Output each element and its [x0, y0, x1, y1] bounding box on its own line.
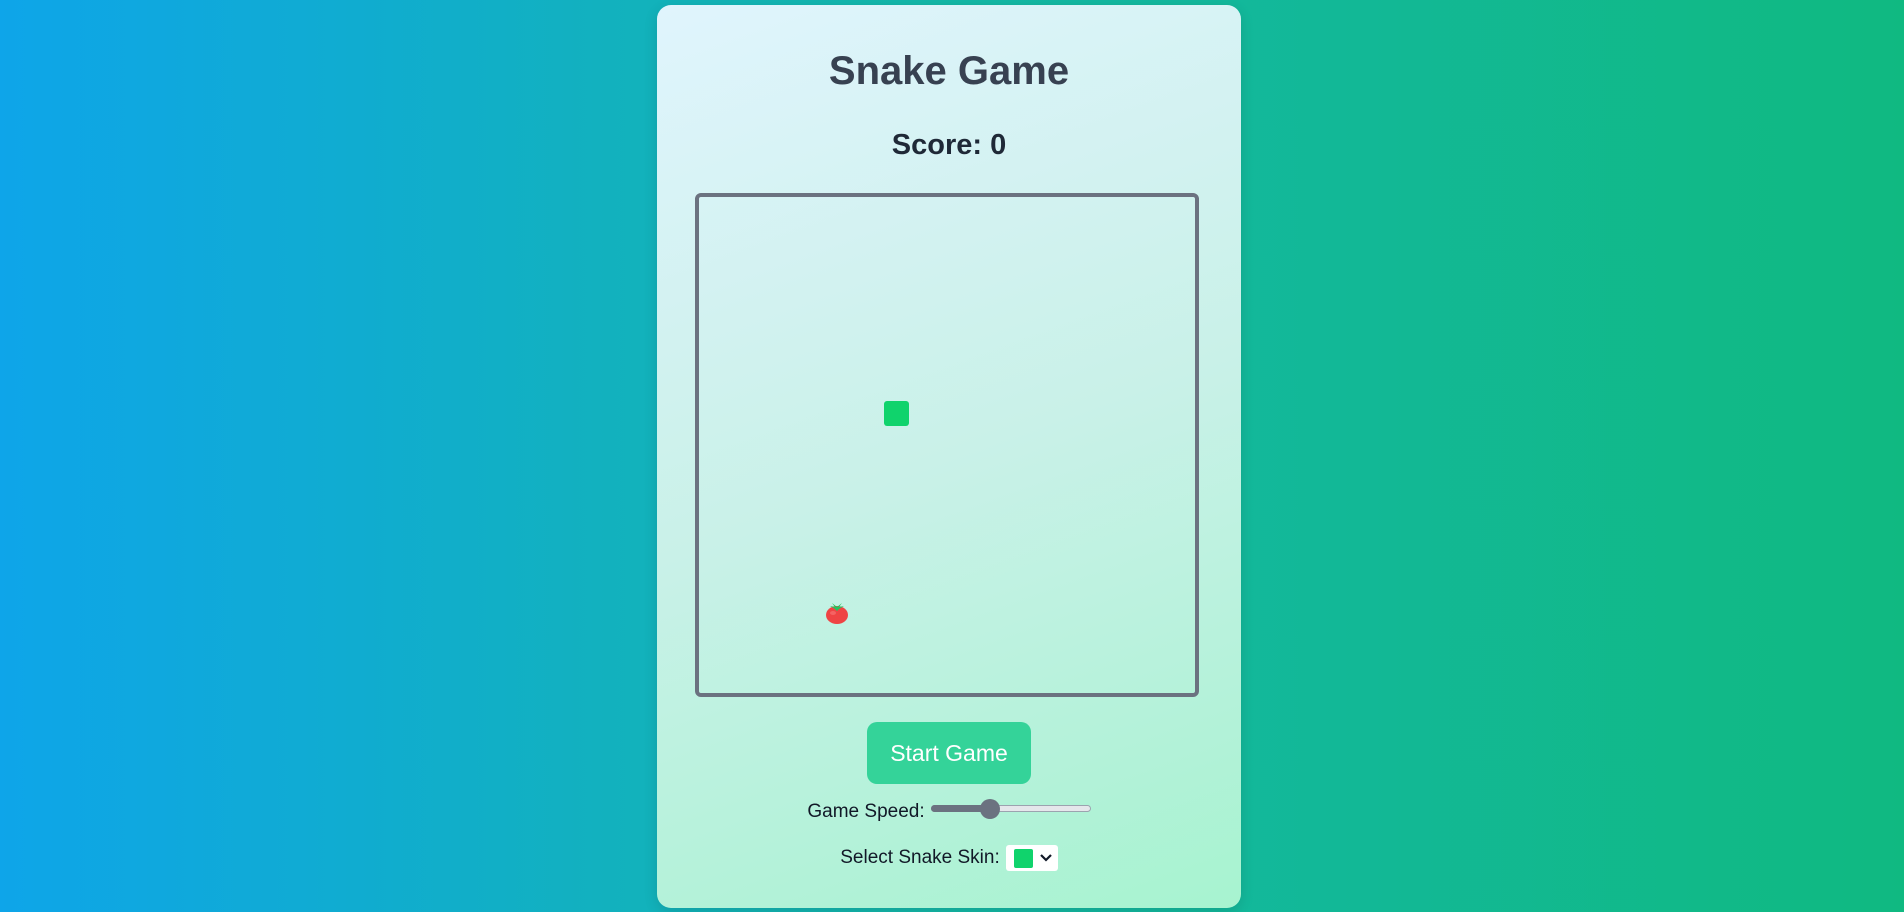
chevron-down-icon: [1039, 854, 1052, 862]
skin-control: Select Snake Skin:: [657, 845, 1241, 871]
speed-label: Game Speed:: [807, 801, 925, 822]
game-card: Snake Game Score: 0 Start Game Game Spee…: [657, 5, 1241, 908]
score-display: Score: 0: [891, 129, 1007, 161]
skin-swatch: [1013, 848, 1033, 868]
page-title: Snake Game: [828, 49, 1070, 93]
speed-control: Game Speed:: [657, 799, 1241, 823]
game-board[interactable]: [695, 193, 1199, 697]
skin-label: Select Snake Skin:: [840, 847, 1000, 868]
slider-thumb[interactable]: [979, 799, 1000, 819]
start-game-button[interactable]: Start Game: [867, 722, 1031, 784]
skin-select[interactable]: [1005, 845, 1058, 871]
speed-slider[interactable]: [930, 799, 1091, 819]
tomato-icon: [826, 603, 848, 624]
snake-head: [884, 401, 909, 426]
